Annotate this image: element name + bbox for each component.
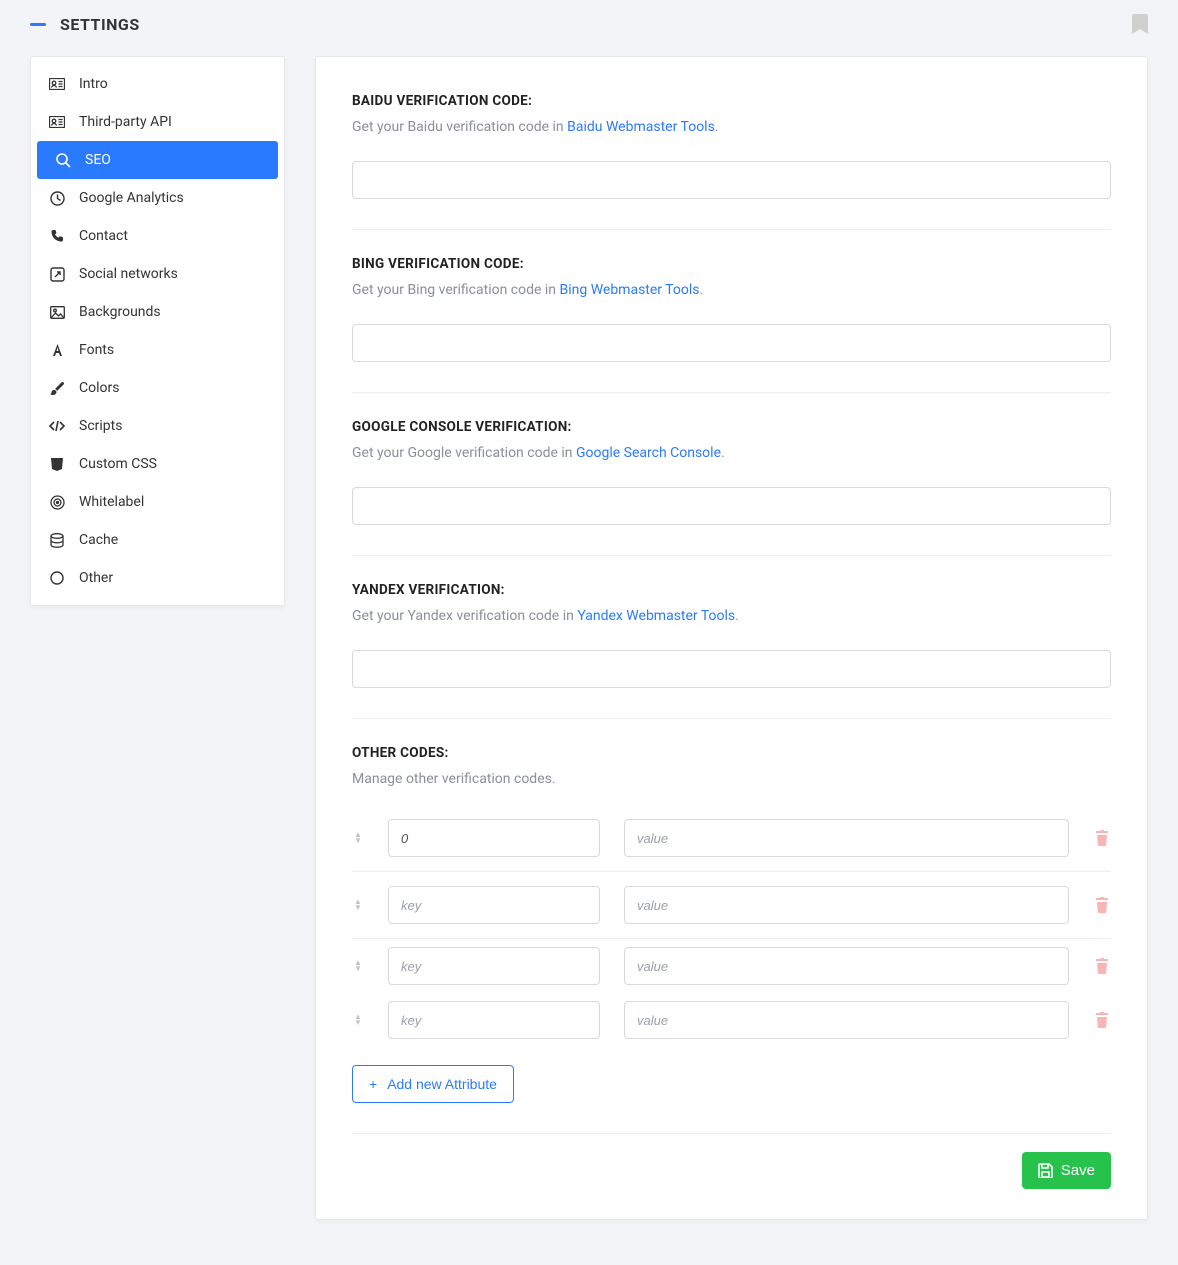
id-card-icon [49,76,65,92]
sidebar-item-label: SEO [85,152,111,168]
sidebar-item-other[interactable]: Other [31,559,284,597]
bing-input[interactable] [352,324,1111,362]
kv-row: ▲▼ [352,872,1111,939]
yandex-field-group: YANDEX VERIFICATION: Get your Yandex ver… [352,582,1111,719]
kv-value-input[interactable] [624,1001,1069,1039]
bing-desc: Get your Bing verification code in Bing … [352,282,1111,298]
kv-row: ▲▼ [352,939,1111,993]
bing-label: BING VERIFICATION CODE: [352,256,1111,272]
sidebar-item-label: Fonts [79,342,114,358]
code-icon [49,418,65,434]
sidebar-item-google-analytics[interactable]: Google Analytics [31,179,284,217]
kv-key-input[interactable] [388,886,600,924]
other-codes-desc: Manage other verification codes. [352,771,1111,787]
sidebar-item-label: Third-party API [79,114,172,130]
sidebar-item-contact[interactable]: Contact [31,217,284,255]
delete-icon[interactable] [1093,830,1111,846]
yandex-label: YANDEX VERIFICATION: [352,582,1111,598]
sidebar-item-whitelabel[interactable]: Whitelabel [31,483,284,521]
yandex-desc: Get your Yandex verification code in Yan… [352,608,1111,624]
yandex-input[interactable] [352,650,1111,688]
baidu-field-group: BAIDU VERIFICATION CODE: Get your Baidu … [352,93,1111,230]
panel-footer: Save [352,1133,1111,1189]
delete-icon[interactable] [1093,958,1111,974]
baidu-desc: Get your Baidu verification code in Baid… [352,119,1111,135]
delete-icon[interactable] [1093,1012,1111,1028]
share-icon [49,266,65,282]
kv-value-input[interactable] [624,819,1069,857]
sidebar-item-backgrounds[interactable]: Backgrounds [31,293,284,331]
sidebar-item-label: Scripts [79,418,122,434]
bing-link[interactable]: Bing Webmaster Tools [560,282,700,298]
baidu-link[interactable]: Baidu Webmaster Tools [567,119,715,135]
bing-field-group: BING VERIFICATION CODE: Get your Bing ve… [352,256,1111,393]
sidebar-item-label: Other [79,570,113,586]
sidebar-item-label: Social networks [79,266,178,282]
baidu-input[interactable] [352,161,1111,199]
plus-icon: + [369,1076,377,1092]
sidebar-item-label: Cache [79,532,118,548]
sidebar-item-label: Custom CSS [79,456,157,472]
sidebar-item-intro[interactable]: Intro [31,65,284,103]
kv-key-input[interactable] [388,1001,600,1039]
kv-row: ▲▼ [352,805,1111,872]
sidebar-item-third-party-api[interactable]: Third-party API [31,103,284,141]
save-button[interactable]: Save [1022,1152,1111,1189]
google-input[interactable] [352,487,1111,525]
image-icon [49,304,65,320]
sidebar-item-label: Colors [79,380,119,396]
clock-icon [49,190,65,206]
kv-key-input[interactable] [388,819,600,857]
sidebar-item-cache[interactable]: Cache [31,521,284,559]
phone-icon [49,228,65,244]
google-desc: Get your Google verification code in Goo… [352,445,1111,461]
main-panel: BAIDU VERIFICATION CODE: Get your Baidu … [315,56,1148,1220]
google-label: GOOGLE CONSOLE VERIFICATION: [352,419,1111,435]
collapse-icon[interactable] [30,23,46,26]
kv-value-input[interactable] [624,886,1069,924]
sidebar-item-label: Intro [79,76,108,92]
other-codes-group: OTHER CODES: Manage other verification c… [352,745,1111,1113]
sidebar-item-label: Contact [79,228,128,244]
sidebar-item-label: Whitelabel [79,494,144,510]
yandex-link[interactable]: Yandex Webmaster Tools [577,608,735,624]
font-icon [49,342,65,358]
bookmark-icon[interactable] [1132,14,1148,34]
delete-icon[interactable] [1093,897,1111,913]
kv-row: ▲▼ [352,993,1111,1047]
other-codes-label: OTHER CODES: [352,745,1111,761]
kv-key-input[interactable] [388,947,600,985]
sort-handle-icon[interactable]: ▲▼ [352,1014,364,1026]
kv-value-input[interactable] [624,947,1069,985]
brush-icon [49,380,65,396]
add-attribute-button[interactable]: + Add new Attribute [352,1065,514,1103]
css-icon [49,456,65,472]
sidebar-item-custom-css[interactable]: Custom CSS [31,445,284,483]
sidebar-item-seo[interactable]: SEO [37,141,278,179]
google-field-group: GOOGLE CONSOLE VERIFICATION: Get your Go… [352,419,1111,556]
google-link[interactable]: Google Search Console [576,445,721,461]
sidebar-item-fonts[interactable]: Fonts [31,331,284,369]
sort-handle-icon[interactable]: ▲▼ [352,960,364,972]
sidebar-item-social-networks[interactable]: Social networks [31,255,284,293]
settings-sidebar: Intro Third-party API SEO Google Analyti… [30,56,285,606]
target-icon [49,494,65,510]
sidebar-item-label: Backgrounds [79,304,161,320]
search-icon [55,152,71,168]
baidu-label: BAIDU VERIFICATION CODE: [352,93,1111,109]
circle-icon [49,570,65,586]
sidebar-item-scripts[interactable]: Scripts [31,407,284,445]
id-card-icon [49,114,65,130]
sort-handle-icon[interactable]: ▲▼ [352,899,364,911]
page-title: SETTINGS [60,15,140,34]
database-icon [49,532,65,548]
save-icon [1038,1163,1053,1178]
page-header: SETTINGS [0,0,1178,48]
sort-handle-icon[interactable]: ▲▼ [352,832,364,844]
sidebar-item-colors[interactable]: Colors [31,369,284,407]
sidebar-item-label: Google Analytics [79,190,184,206]
